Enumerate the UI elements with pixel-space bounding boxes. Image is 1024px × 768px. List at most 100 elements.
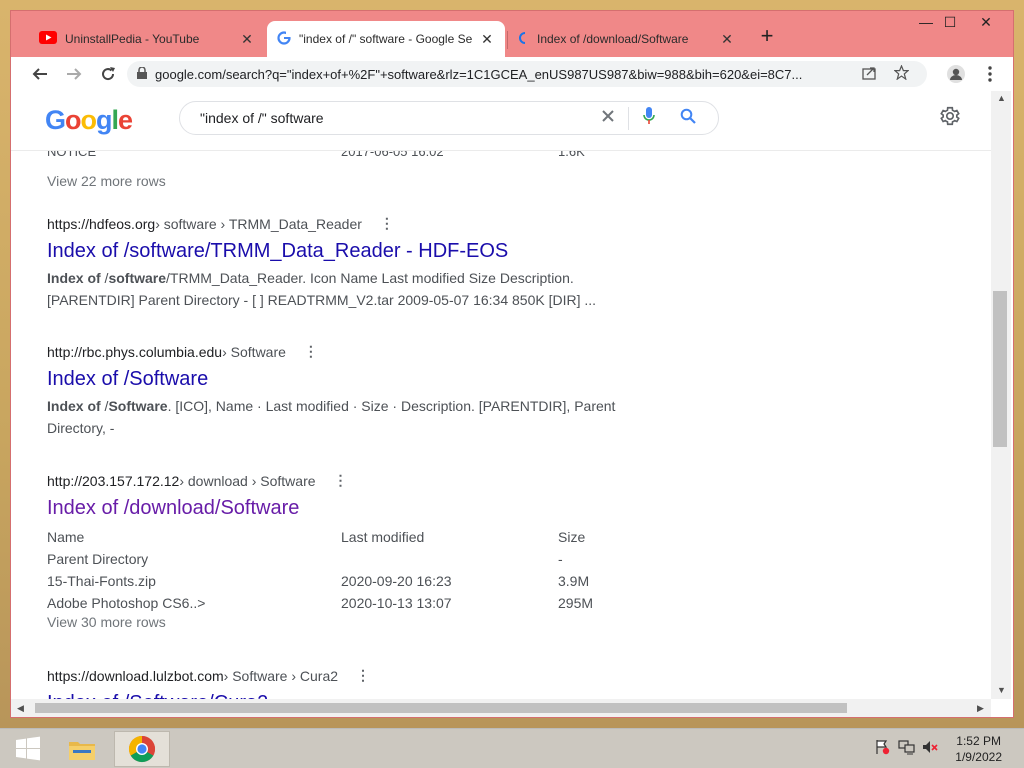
clear-icon[interactable] [588,109,628,128]
back-arrow-icon[interactable] [23,57,57,91]
more-options-icon[interactable]: ⋮ [380,215,394,232]
column-header: Size [558,529,586,545]
new-tab-button[interactable]: + [755,25,779,49]
logo-letter: o [80,105,97,135]
windows-start-icon[interactable] [0,731,56,767]
search-icon[interactable] [668,108,708,129]
tab-title: "index of /" software - Google Se [299,32,473,46]
table-row: 15-Thai-Fonts.zip 2020-09-20 16:23 3.9M [47,570,747,592]
kebab-menu-icon[interactable] [973,57,1007,91]
action-center-flag-icon[interactable] [874,739,890,758]
result-snippet: Index of /software/TRMM_Data_Reader. Ico… [47,267,647,311]
google-header: Google "index of /" software [11,91,991,151]
network-icon[interactable] [898,739,916,758]
bookmark-star-icon[interactable] [885,64,917,83]
lock-icon [137,65,155,82]
column-header: Last modified [341,529,425,545]
view-more-rows-link[interactable]: View 30 more rows [47,614,747,630]
result-site[interactable]: https://hdfeos.org [47,216,155,232]
scroll-right-icon[interactable]: ▶ [977,703,984,714]
result-breadcrumb: › Software [222,343,286,360]
tab-index-download[interactable]: Index of /download/Software ✕ [509,21,745,57]
profile-avatar-icon[interactable] [939,57,973,91]
snippet-bold: Software [108,398,168,414]
close-tab-icon[interactable]: ✕ [719,31,735,48]
system-clock[interactable]: 1:52 PM 1/9/2022 [955,733,1002,765]
result-cite: https://download.lulzbot.com › Software … [47,667,647,684]
search-input[interactable]: "index of /" software [179,101,719,135]
vertical-scrollbar[interactable]: ▲ ▼ [991,91,1011,699]
result-site[interactable]: http://rbc.phys.columbia.edu [47,344,222,360]
tab-google-search[interactable]: "index of /" software - Google Se ✕ [267,21,505,57]
address-bar[interactable]: google.com/search?q="index+of+%2F"+softw… [127,61,927,87]
snippet-bold: Index of [47,270,101,286]
logo-letter: g [96,105,112,135]
gear-icon[interactable] [939,105,961,133]
logo-letter: o [65,105,81,135]
result-title-link[interactable]: Index of /download/Software [47,497,747,520]
horizontal-scroll-thumb[interactable] [35,703,847,713]
result-site[interactable]: http://203.157.172.12 [47,473,179,489]
result-cite: https://hdfeos.org › software › TRMM_Dat… [47,215,647,232]
result-breadcrumb: › software › TRMM_Data_Reader [155,215,362,232]
scroll-up-icon[interactable]: ▲ [997,93,1006,103]
search-result: https://hdfeos.org › software › TRMM_Dat… [47,215,647,311]
result-breadcrumb: › Software › Cura2 [223,667,339,684]
clock-date: 1/9/2022 [955,750,1002,764]
logo-letter: e [118,105,133,135]
logo-text: Google [45,105,133,135]
tab-title: UninstallPedia - YouTube [65,32,200,46]
chrome-window: UninstallPedia - YouTube ✕ "index of /" … [10,10,1014,718]
result-cite: http://rbc.phys.columbia.edu › Software … [47,343,647,360]
cell: 2020-09-20 16:23 [341,573,452,589]
result-title-link[interactable]: Index of /software/TRMM_Data_Reader - HD… [47,240,647,263]
file-explorer-icon[interactable] [54,731,110,767]
more-options-icon[interactable]: ⋮ [356,667,370,684]
cell: 3.9M [558,573,590,589]
result-site[interactable]: https://download.lulzbot.com [47,668,224,684]
tab-title: Index of /download/Software [537,32,689,46]
table-header-row: Name Last modified Size [47,526,747,548]
forward-arrow-icon[interactable] [57,57,91,91]
chrome-taskbar-icon[interactable] [114,731,170,767]
table-row: Parent Directory - [47,548,747,570]
result-title-link[interactable]: Index of /Software [47,368,647,391]
microphone-icon[interactable] [628,106,668,130]
cell: 2020-10-13 13:07 [341,595,452,611]
search-result: http://rbc.phys.columbia.edu › Software … [47,343,647,439]
scroll-down-icon[interactable]: ▼ [997,685,1006,695]
clock-time: 1:52 PM [956,734,1001,748]
google-g-icon [277,30,291,48]
cell: Adobe Photoshop CS6..> [47,595,206,611]
url-text: google.com/search?q="index+of+%2F"+softw… [155,66,803,82]
close-tab-icon[interactable]: ✕ [239,31,255,48]
cell: 15-Thai-Fonts.zip [47,573,156,589]
scroll-left-icon[interactable]: ◀ [17,703,24,714]
share-icon[interactable] [853,66,885,83]
result-file-table: Name Last modified Size Parent Directory… [47,526,747,630]
close-window-button[interactable]: ✕ [969,11,1003,33]
vertical-scroll-thumb[interactable] [993,291,1007,447]
column-header: Name [47,529,85,545]
reload-icon[interactable] [91,57,125,91]
more-options-icon[interactable]: ⋮ [304,343,318,360]
cell: - [558,551,563,567]
maximize-button[interactable]: ☐ [933,11,967,33]
logo-letter: G [45,105,66,135]
result-snippet: Index of /Software. [ICO], Name · Last m… [47,395,647,439]
close-tab-icon[interactable]: ✕ [479,31,495,48]
tab-strip: UninstallPedia - YouTube ✕ "index of /" … [11,11,1013,57]
snippet-bold: Index of [47,398,101,414]
table-row: Adobe Photoshop CS6..> 2020-10-13 13:07 … [47,592,747,614]
horizontal-scrollbar[interactable]: ◀ ▶ [11,699,991,717]
browser-toolbar: google.com/search?q="index+of+%2F"+softw… [11,57,1013,91]
search-query: "index of /" software [200,110,324,126]
cell: 295M [558,595,594,611]
search-result: http://203.157.172.12 › download › Softw… [47,472,747,630]
volume-muted-icon[interactable] [922,739,938,758]
tab-youtube[interactable]: UninstallPedia - YouTube ✕ [29,21,265,57]
loading-icon [519,31,529,48]
view-more-rows-link[interactable]: View 22 more rows [47,173,947,189]
more-options-icon[interactable]: ⋮ [334,472,348,489]
google-logo[interactable]: Google [45,105,133,136]
